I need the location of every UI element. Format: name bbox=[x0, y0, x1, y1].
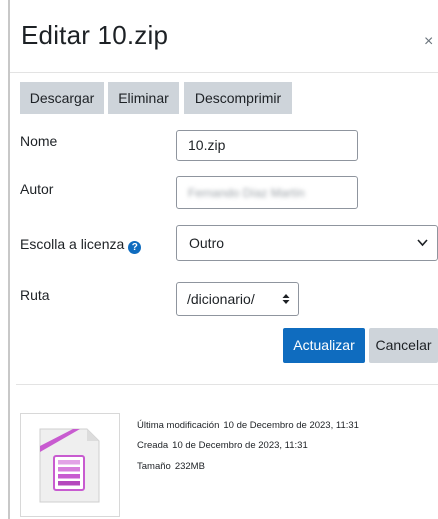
size-label: Tamaño bbox=[137, 461, 171, 472]
cancel-button[interactable]: Cancelar bbox=[369, 328, 438, 363]
size-value: 232MB bbox=[174, 461, 205, 472]
download-button[interactable]: Descargar bbox=[20, 82, 104, 114]
license-select[interactable]: Outro bbox=[176, 225, 438, 261]
modified-info: Última modificación 10 de Decembro de 202… bbox=[137, 420, 359, 431]
update-button[interactable]: Actualizar bbox=[283, 328, 365, 363]
path-label: Ruta bbox=[20, 287, 50, 303]
zip-archive-icon bbox=[39, 428, 100, 503]
author-value: Fernando Díaz Martín bbox=[188, 186, 305, 200]
license-label: Escolla a licenza? bbox=[20, 236, 142, 254]
modified-value: 10 de Decembro de 2023, 11:31 bbox=[223, 420, 359, 431]
size-info: Tamaño 232MB bbox=[137, 461, 205, 472]
created-info: Creada 10 de Decembro de 2023, 11:31 bbox=[137, 440, 308, 451]
help-icon[interactable]: ? bbox=[128, 241, 142, 254]
created-label: Creada bbox=[137, 440, 169, 451]
sort-arrows-icon bbox=[282, 283, 290, 329]
dialog-title: Editar 10.zip bbox=[21, 20, 169, 50]
path-value: /dicionario/ bbox=[187, 291, 255, 307]
author-label: Autor bbox=[20, 181, 54, 197]
name-field[interactable]: 10.zip bbox=[176, 130, 358, 161]
modified-label: Última modificación bbox=[137, 420, 220, 431]
chevron-down-icon bbox=[417, 226, 428, 274]
header-divider bbox=[10, 72, 438, 73]
author-field[interactable]: Fernando Díaz Martín bbox=[176, 176, 358, 209]
path-select[interactable]: /dicionario/ bbox=[176, 282, 299, 316]
delete-button[interactable]: Eliminar bbox=[108, 82, 179, 114]
file-thumbnail bbox=[20, 413, 120, 517]
section-divider bbox=[16, 384, 438, 385]
close-icon[interactable]: × bbox=[424, 34, 433, 50]
created-value: 10 de Decembro de 2023, 11:31 bbox=[172, 440, 308, 451]
name-value: 10.zip bbox=[188, 137, 226, 153]
license-value: Outro bbox=[189, 235, 225, 251]
name-label: Nome bbox=[20, 133, 58, 149]
dialog-left-border bbox=[8, 0, 10, 519]
license-label-text: Escolla a licenza bbox=[20, 236, 125, 252]
unzip-button[interactable]: Descomprimir bbox=[184, 82, 292, 114]
